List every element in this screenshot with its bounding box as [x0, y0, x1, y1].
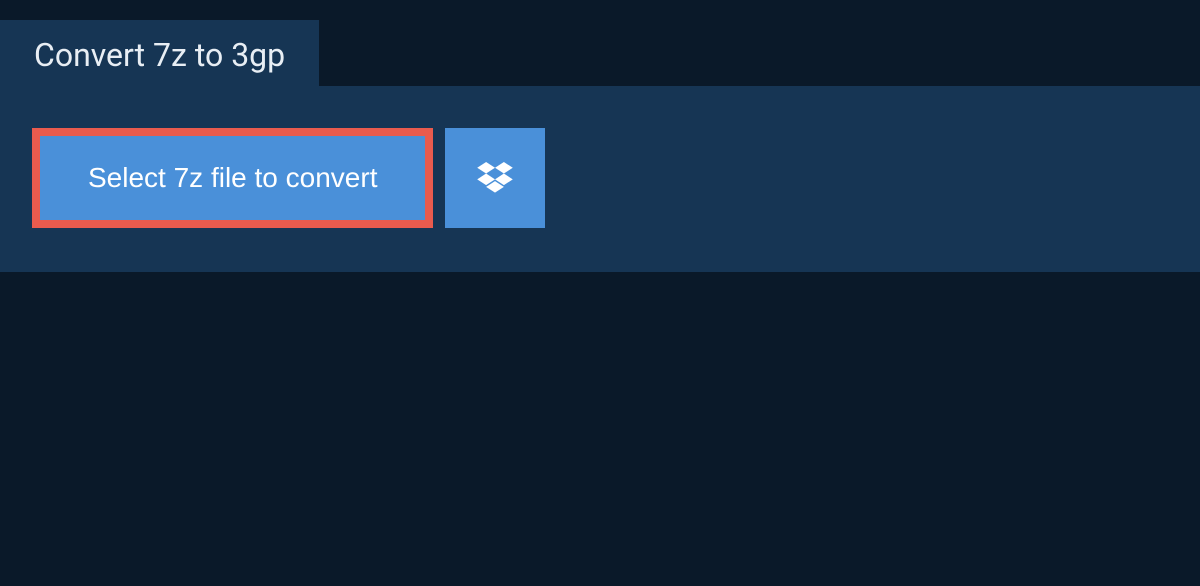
dropbox-button[interactable]	[445, 128, 545, 228]
select-button-highlight: Select 7z file to convert	[32, 128, 433, 228]
select-file-button-label: Select 7z file to convert	[88, 162, 377, 193]
tab-title: Convert 7z to 3gp	[34, 36, 285, 74]
panel-content: Select 7z file to convert	[0, 86, 1200, 272]
select-file-button[interactable]: Select 7z file to convert	[40, 136, 425, 220]
conversion-panel: Convert 7z to 3gp Select 7z file to conv…	[0, 86, 1200, 272]
dropbox-icon	[477, 162, 513, 194]
active-tab[interactable]: Convert 7z to 3gp	[0, 20, 319, 92]
